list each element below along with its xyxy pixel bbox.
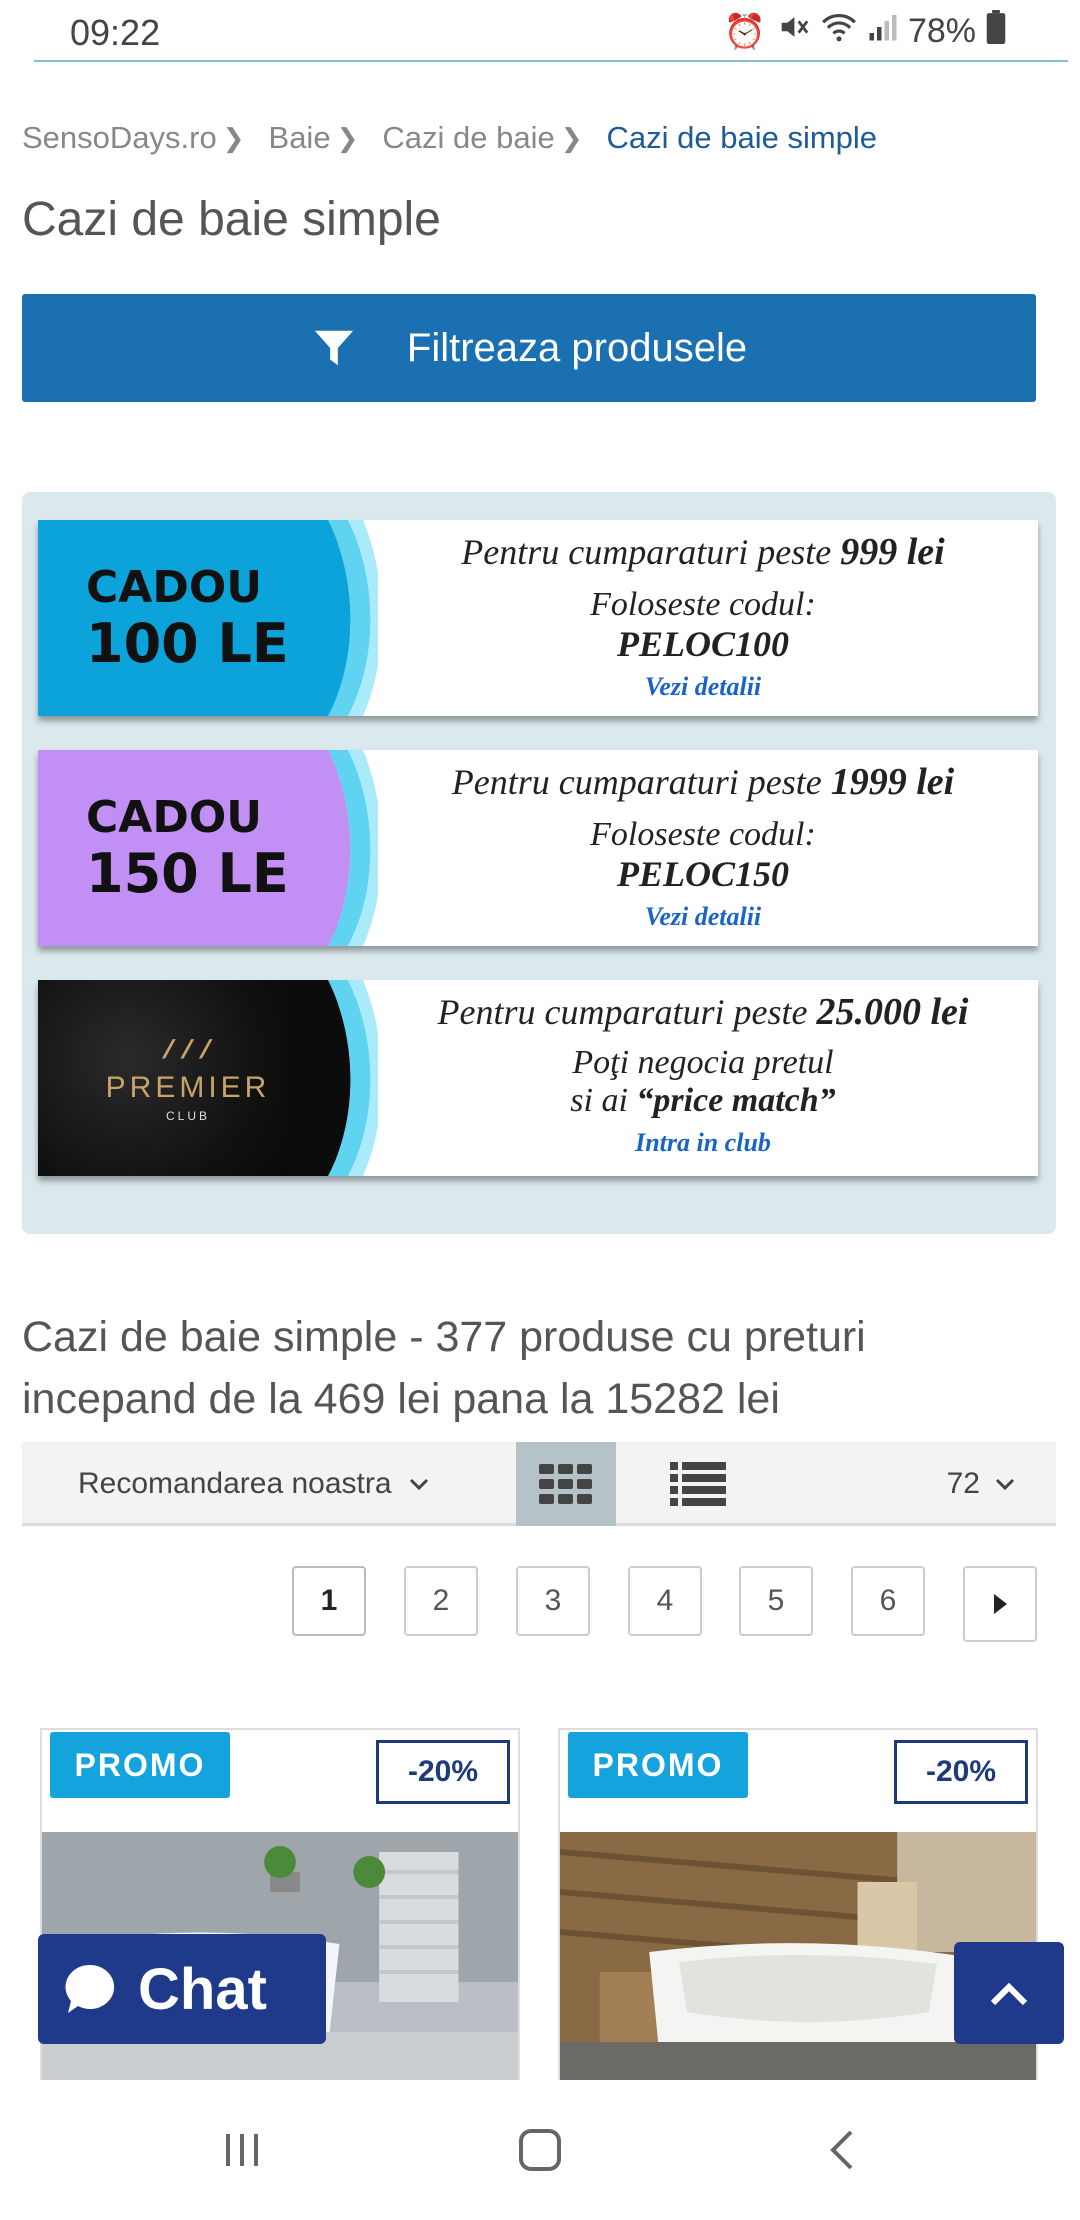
premier-logo-sub: CLUB	[165, 1108, 210, 1123]
banner-text: Pentru cumparaturi peste 1999 lei Folose…	[368, 750, 1038, 946]
page-button-2[interactable]: 2	[404, 1566, 478, 1636]
chevron-up-icon	[990, 1982, 1028, 2006]
signal-icon	[868, 10, 898, 53]
banner-details-link[interactable]: Vezi detalii	[368, 672, 1038, 702]
banner-condition: Pentru cumparaturi peste	[437, 992, 817, 1032]
page: 09:22 ⏰ 78% SensoDays.ro ❯ Baie ❯ Cazi d…	[0, 0, 1080, 2220]
home-button[interactable]	[510, 2120, 570, 2180]
pagination: 1 2 3 4 5 6	[0, 1566, 1080, 1646]
banner-code: PELOC100	[616, 624, 789, 664]
banner-details-link[interactable]: Vezi detalii	[368, 902, 1038, 932]
filter-icon	[314, 330, 354, 366]
banner-code-label: Foloseste codul:	[590, 586, 816, 623]
back-icon	[830, 2130, 853, 2170]
recent-apps-button[interactable]	[212, 2120, 272, 2180]
discount-badge: -20%	[376, 1740, 510, 1804]
chevron-down-icon	[409, 1478, 428, 1491]
list-icon	[670, 1462, 726, 1506]
battery-percent: 78%	[907, 12, 976, 50]
banner-price-match: “price match”	[636, 1082, 836, 1119]
promo-badge: PROMO	[568, 1732, 748, 1798]
mute-icon	[776, 10, 810, 53]
grid-view-button[interactable]	[516, 1442, 616, 1526]
page-button-6[interactable]: 6	[851, 1566, 925, 1636]
page-title: Cazi de baie simple	[22, 193, 441, 246]
premier-mark-icon: / / /	[159, 1033, 217, 1064]
breadcrumb-current: Cazi de baie simple	[606, 120, 878, 155]
banner-min-amount: 1999 lei	[830, 761, 955, 803]
promo-banner-100[interactable]: CADOU 100 LEI Pentru cumparaturi peste 9…	[38, 520, 1038, 716]
per-page-value: 72	[946, 1467, 980, 1500]
scroll-to-top-button[interactable]	[954, 1942, 1064, 2044]
chevron-right-icon: ❯	[336, 122, 359, 153]
battery-icon	[986, 10, 1006, 53]
sort-dropdown[interactable]: Recomandarea noastra	[78, 1442, 430, 1526]
banner-club-link[interactable]: Intra in club	[368, 1128, 1038, 1158]
breadcrumb: SensoDays.ro ❯ Baie ❯ Cazi de baie ❯ Caz…	[22, 120, 877, 156]
wifi-icon	[820, 10, 858, 53]
sort-label: Recomandarea noastra	[78, 1467, 392, 1500]
category-summary: Cazi de baie simple - 377 produse cu pre…	[22, 1313, 866, 1423]
status-bar: 09:22 ⏰ 78%	[0, 0, 1080, 62]
chevron-right-icon: ❯	[222, 122, 245, 153]
page-button-1[interactable]: 1	[292, 1566, 366, 1636]
breadcrumb-home[interactable]: SensoDays.ro	[22, 120, 217, 156]
chat-button[interactable]: Chat	[38, 1934, 326, 2044]
discount-badge: -20%	[894, 1740, 1028, 1804]
grid-icon	[539, 1464, 592, 1504]
banner-code-label: Foloseste codul:	[590, 816, 816, 853]
chat-button-label: Chat	[138, 1956, 267, 2022]
back-button[interactable]	[812, 2120, 872, 2180]
listing-toolbar: Recomandarea noastra 72	[22, 1442, 1056, 1526]
list-view-button[interactable]	[648, 1442, 748, 1526]
chevron-down-icon	[995, 1478, 1015, 1491]
status-icons: ⏰ 78%	[724, 10, 1006, 53]
next-page-button[interactable]	[963, 1566, 1037, 1642]
banner-wave-decoration	[288, 520, 378, 716]
breadcrumb-cazi-de-baie[interactable]: Cazi de baie	[382, 120, 554, 156]
banner-condition: Pentru cumparaturi peste	[461, 532, 841, 572]
system-navigation-bar	[0, 2080, 1080, 2220]
per-page-dropdown[interactable]: 72	[947, 1442, 1016, 1526]
banner-min-amount: 25.000 lei	[816, 991, 969, 1033]
banner-condition: Pentru cumparaturi peste	[451, 762, 831, 802]
banner-code: PELOC150	[616, 854, 789, 894]
filter-products-button[interactable]: Filtreaza produsele	[22, 294, 1036, 402]
recent-apps-icon	[226, 2134, 258, 2166]
premier-logo-name: PREMIER	[105, 1070, 271, 1104]
breadcrumb-baie[interactable]: Baie	[269, 120, 331, 156]
promo-badge: PROMO	[50, 1732, 230, 1798]
banner-negotiate-text: Poţi negocia pretul	[572, 1044, 834, 1081]
banner-min-amount: 999 lei	[840, 531, 945, 573]
banner-wave-decoration	[288, 750, 378, 946]
chevron-right-icon: ❯	[560, 122, 583, 153]
filter-button-label: Filtreaza produsele	[406, 325, 748, 370]
status-divider	[34, 60, 1068, 62]
alarm-icon: ⏰	[723, 12, 766, 51]
banner-wave-decoration	[288, 980, 378, 1176]
play-right-icon	[994, 1594, 1007, 1614]
home-icon	[519, 2129, 561, 2171]
banner-text: Pentru cumparaturi peste 999 lei Foloses…	[368, 520, 1038, 716]
banner-price-match-prefix: si ai	[570, 1082, 637, 1119]
status-time: 09:22	[70, 12, 161, 53]
banner-text: Pentru cumparaturi peste 25.000 lei Poţi…	[368, 980, 1038, 1176]
page-button-4[interactable]: 4	[628, 1566, 702, 1636]
chat-bubble-icon	[65, 1964, 115, 2013]
promo-banners-panel: CADOU 100 LEI Pentru cumparaturi peste 9…	[22, 492, 1056, 1234]
page-button-5[interactable]: 5	[739, 1566, 813, 1636]
page-button-3[interactable]: 3	[516, 1566, 590, 1636]
promo-banner-premier[interactable]: / / / PREMIER CLUB Pentru cumparaturi pe…	[38, 980, 1038, 1176]
promo-banner-150[interactable]: CADOU 150 LEI Pentru cumparaturi peste 1…	[38, 750, 1038, 946]
